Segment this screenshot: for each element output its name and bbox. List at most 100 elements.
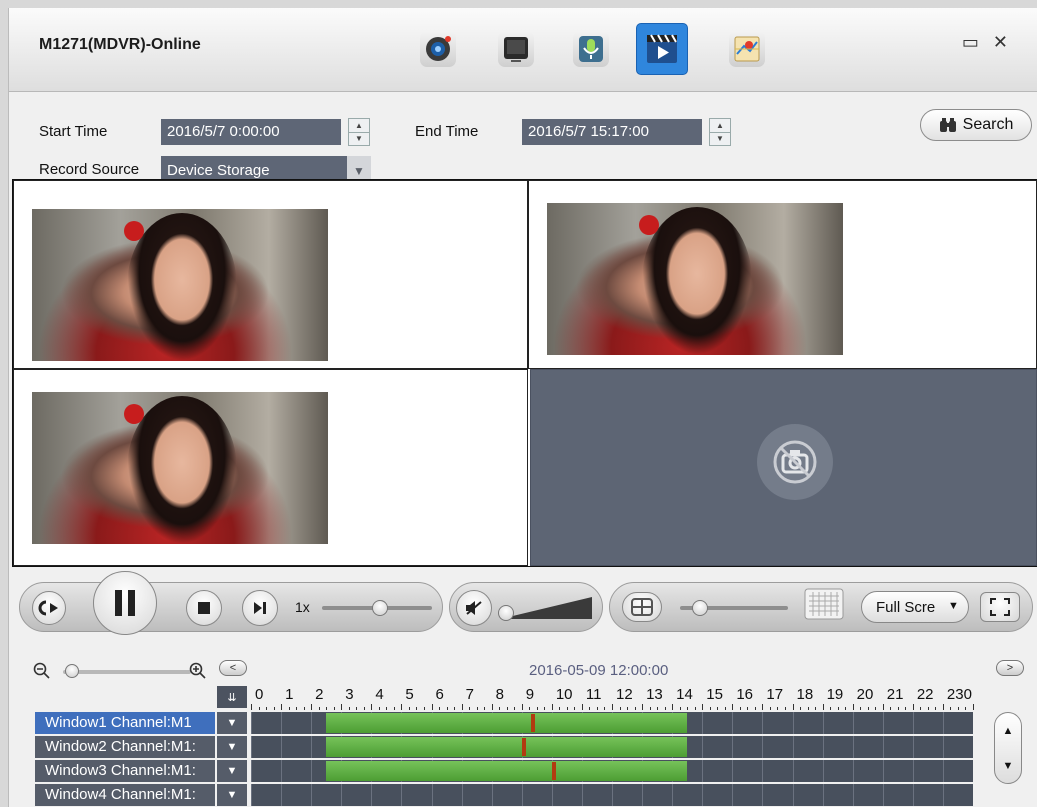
tick-mark (423, 707, 425, 710)
tick-mark (935, 707, 937, 710)
zoom-out-icon[interactable] (33, 662, 51, 685)
timeline-panel: < 2016-05-09 12:00:00 > ⇊ 0 1 2 3 4 5 6 7 8 9 10 11… (9, 642, 1037, 807)
playback-position-marker[interactable] (551, 762, 556, 780)
video-frame (32, 209, 328, 361)
timeline-next-button[interactable]: > (996, 660, 1024, 676)
maximize-icon[interactable]: ▭ (962, 32, 993, 52)
search-button[interactable]: Search (920, 109, 1032, 141)
hour-label: 5 (405, 686, 414, 703)
hour-cell (341, 784, 371, 806)
channel-dropdown-button[interactable]: ▼ (217, 712, 247, 734)
channel-label[interactable]: Window2 Channel:M1: (35, 736, 215, 758)
channel-label[interactable]: Window1 Channel:M1 (35, 712, 215, 734)
tick-mark (890, 707, 892, 710)
hour-cell (792, 784, 823, 806)
hour-label: 18 (796, 686, 814, 703)
hour-cell (822, 784, 853, 806)
tick-mark (717, 707, 719, 710)
scroll-down-icon[interactable]: ▼ (1003, 760, 1014, 772)
stop-button[interactable] (186, 590, 222, 626)
end-time-field[interactable]: 2016/5/7 15:17:00 (522, 119, 702, 145)
tick-mark (439, 707, 441, 710)
mute-button[interactable] (456, 590, 492, 626)
sync-play-button[interactable] (32, 591, 66, 625)
fullscreen-button[interactable] (980, 592, 1020, 622)
tick-mark (469, 707, 471, 710)
step-forward-button[interactable] (242, 590, 278, 626)
speed-label: 1x (295, 599, 310, 615)
playback-position-marker[interactable] (521, 738, 526, 756)
single-layout-button[interactable] (622, 592, 662, 622)
tick-mark (860, 707, 862, 710)
tick-mark (875, 707, 877, 710)
zoom-slider[interactable] (63, 670, 191, 674)
playback-position-marker[interactable] (530, 714, 535, 732)
hour-label: 3 (345, 686, 354, 703)
hour-label: 6 (435, 686, 444, 703)
hour-cell (702, 760, 732, 782)
timeline-prev-button[interactable]: < (219, 660, 247, 676)
microphone-icon[interactable] (565, 23, 617, 75)
start-time-field[interactable]: 2016/5/7 0:00:00 (161, 119, 341, 145)
hour-ticks (251, 704, 974, 710)
channel-timeline-row[interactable] (251, 784, 973, 806)
video-pane-1[interactable] (13, 180, 528, 369)
hour-cell (251, 712, 281, 734)
recording-segment (326, 737, 688, 757)
hour-label: 7 (465, 686, 474, 703)
channel-timeline-row[interactable] (251, 736, 973, 758)
tick-mark (672, 704, 674, 710)
zoom-slider-knob[interactable] (65, 664, 79, 678)
scroll-up-icon[interactable]: ▲ (1003, 725, 1014, 737)
tick-mark (800, 707, 802, 710)
channel-dropdown-button[interactable]: ▼ (217, 760, 247, 782)
video-pane-4[interactable] (530, 369, 1037, 566)
grid-many-icon[interactable] (804, 588, 844, 624)
speed-slider-knob[interactable] (372, 600, 388, 616)
start-time-spinner[interactable]: ▲ ▼ (348, 118, 370, 146)
hour-cell (852, 736, 883, 758)
channel-dropdown-button[interactable]: ▼ (217, 784, 247, 806)
hour-label: 16 (736, 686, 754, 703)
video-pane-2[interactable] (528, 180, 1037, 369)
channel-label[interactable]: Window3 Channel:M1: (35, 760, 215, 782)
playback-icon[interactable] (636, 23, 688, 75)
hour-cell (762, 760, 792, 782)
end-time-spinner[interactable]: ▲ ▼ (709, 118, 731, 146)
search-button-label: Search (962, 116, 1014, 133)
channel-scroll[interactable]: ▲ ▼ (994, 712, 1022, 784)
tick-mark (950, 707, 952, 710)
tick-mark (912, 704, 914, 710)
hour-cell (792, 712, 823, 734)
hour-cell (281, 784, 311, 806)
tick-mark (612, 704, 613, 710)
hour-cell (762, 736, 792, 758)
map-icon[interactable] (721, 23, 773, 75)
channel-label[interactable]: Window4 Channel:M1: (35, 784, 215, 806)
hour-cell (942, 784, 973, 806)
hour-cell (581, 784, 612, 806)
screen-mode-select[interactable]: Full Scre ▼ (861, 591, 969, 623)
zoom-in-icon[interactable] (189, 662, 207, 684)
volume-slider-knob[interactable] (498, 605, 514, 621)
hour-label: 20 (856, 686, 874, 703)
tick-mark (807, 707, 809, 710)
hour-cell (912, 784, 943, 806)
chevron-right-icon: > (1006, 662, 1014, 674)
channel-timeline-row[interactable] (251, 712, 973, 734)
channel-timeline-row[interactable] (251, 760, 973, 782)
monitor-icon[interactable] (490, 23, 542, 75)
hour-label: 10 (555, 686, 573, 703)
close-icon[interactable]: ✕ (993, 32, 1022, 52)
pause-button[interactable] (93, 571, 157, 635)
hour-cell (672, 784, 702, 806)
fullscreen-icon (990, 598, 1010, 616)
hour-label: 0 (255, 686, 264, 703)
channel-dropdown-button[interactable]: ▼ (217, 736, 247, 758)
camera-icon[interactable] (412, 23, 464, 75)
layout-slider-knob[interactable] (692, 600, 708, 616)
hour-label: 14 (676, 686, 693, 703)
collapse-all-button[interactable]: ⇊ (217, 686, 247, 708)
hour-label: 11 (585, 686, 602, 703)
video-pane-3[interactable] (13, 369, 528, 566)
